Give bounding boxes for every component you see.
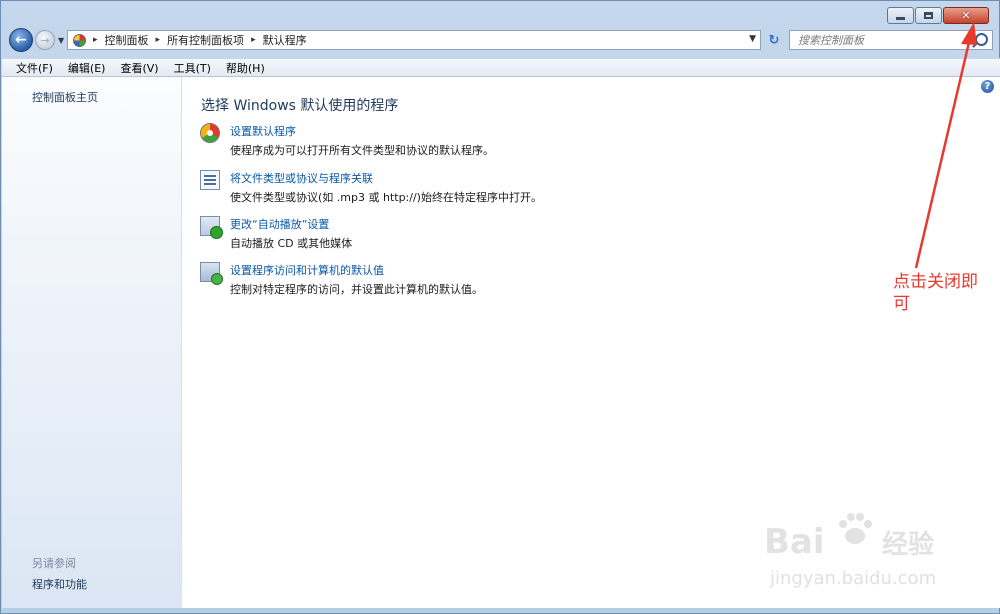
menu-edit[interactable]: 编辑(E): [60, 60, 113, 76]
breadcrumb-separator-icon[interactable]: ▸: [156, 35, 161, 45]
control-panel-icon: [73, 33, 86, 47]
watermark-url: jingyan.baidu.com: [770, 568, 937, 589]
sidebar-control-panel-home[interactable]: 控制面板主页: [32, 89, 98, 105]
breadcrumb-separator-icon[interactable]: ▸: [251, 35, 256, 45]
baidu-jingyan-watermark: Bai 经验 jingyan.baidu.com: [764, 508, 1000, 608]
minimize-icon: [896, 16, 905, 20]
maximize-icon: [924, 12, 933, 19]
back-arrow-icon: ←: [15, 32, 27, 48]
sidebar-link-programs-features[interactable]: 程序和功能: [32, 576, 87, 592]
search-box[interactable]: [789, 30, 993, 50]
autoplay-icon[interactable]: [200, 216, 223, 239]
close-icon: ✕: [961, 9, 971, 22]
search-input[interactable]: [798, 32, 968, 48]
default-programs-icon[interactable]: [200, 123, 220, 143]
breadcrumb-all-items[interactable]: 所有控制面板项: [167, 32, 244, 48]
program-access-icon[interactable]: [200, 262, 223, 285]
option-description: 控制对特定程序的访问，并设置此计算机的默认值。: [230, 283, 483, 296]
menu-bar: 文件(F) 编辑(E) 查看(V) 工具(T) 帮助(H): [2, 58, 1000, 77]
breadcrumb-separator-icon[interactable]: ▸: [93, 35, 98, 45]
program-access-link[interactable]: 设置程序访问和计算机的默认值: [230, 262, 384, 278]
breadcrumb-default-programs[interactable]: 默认程序: [263, 32, 307, 48]
watermark-logo-text: Bai: [764, 522, 825, 562]
maximize-button[interactable]: [915, 7, 942, 24]
file-association-icon[interactable]: [200, 170, 220, 190]
address-dropdown-icon[interactable]: ▼: [749, 34, 756, 44]
set-default-programs-link[interactable]: 设置默认程序: [230, 123, 296, 139]
minimize-button[interactable]: [887, 7, 914, 24]
menu-view[interactable]: 查看(V): [112, 60, 165, 76]
back-button[interactable]: ←: [9, 28, 33, 52]
option-description: 自动播放 CD 或其他媒体: [230, 237, 353, 250]
option-description: 使文件类型或协议(如 .mp3 或 http://)始终在特定程序中打开。: [230, 191, 542, 204]
search-icon[interactable]: [975, 33, 988, 46]
forward-arrow-icon: →: [40, 33, 50, 47]
page-title: 选择 Windows 默认使用的程序: [201, 98, 399, 114]
close-button[interactable]: ✕: [943, 7, 989, 24]
sidebar: 控制面板主页 另请参阅 程序和功能: [2, 77, 182, 608]
recent-pages-dropdown[interactable]: ▼: [58, 36, 64, 45]
navigation-bar: ← → ▼ ▸ 控制面板 ▸ 所有控制面板项 ▸ 默认程序 ▼ ↻: [7, 28, 995, 53]
watermark-jingyan-text: 经验: [882, 530, 935, 560]
menu-file[interactable]: 文件(F): [8, 60, 60, 76]
option-description: 使程序成为可以打开所有文件类型和协议的默认程序。: [230, 144, 494, 157]
refresh-icon: ↻: [768, 32, 780, 48]
refresh-button[interactable]: ↻: [765, 30, 783, 50]
caption-buttons: ✕: [887, 7, 989, 24]
autoplay-settings-link[interactable]: 更改“自动播放”设置: [230, 216, 329, 232]
forward-button[interactable]: →: [35, 30, 55, 50]
menu-help[interactable]: 帮助(H): [218, 60, 272, 76]
file-association-link[interactable]: 将文件类型或协议与程序关联: [230, 170, 373, 186]
breadcrumb-control-panel[interactable]: 控制面板: [105, 32, 149, 48]
address-bar[interactable]: ▸ 控制面板 ▸ 所有控制面板项 ▸ 默认程序 ▼: [67, 30, 761, 50]
paw-icon: [839, 513, 872, 544]
annotation-text: 点击关闭即可: [893, 272, 978, 314]
help-icon[interactable]: ?: [981, 80, 994, 93]
sidebar-see-also-heading: 另请参阅: [32, 557, 76, 570]
menu-tools[interactable]: 工具(T): [166, 60, 218, 76]
